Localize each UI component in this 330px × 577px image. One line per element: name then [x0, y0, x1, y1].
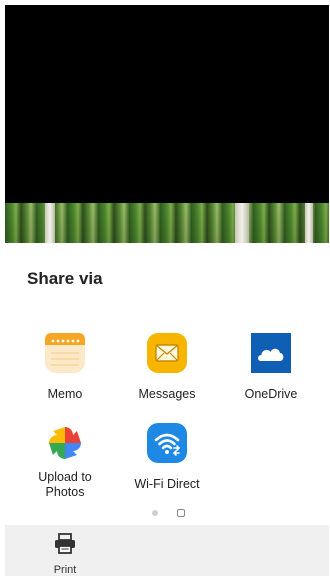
tree-trunk: [305, 203, 313, 243]
screen: Share via Memo Messages OneDrive Upload …: [5, 5, 329, 576]
share-sheet: Share via Memo Messages OneDrive Upload …: [5, 243, 329, 576]
print-button[interactable]: Print: [45, 533, 85, 576]
share-app-label-line: Photos: [45, 485, 85, 499]
tree-trunk: [45, 203, 55, 243]
share-app-memo[interactable]: Memo: [17, 331, 113, 402]
share-app-label-line: Upload to: [38, 470, 92, 484]
share-app-google-photos[interactable]: Upload to Photos: [17, 421, 113, 500]
google-photos-icon: [43, 421, 87, 465]
share-app-wifi-direct[interactable]: Wi-Fi Direct: [119, 421, 215, 492]
wifi-direct-icon: [145, 421, 189, 465]
share-app-onedrive[interactable]: OneDrive: [223, 331, 319, 402]
printer-icon: [45, 533, 85, 560]
page-dot: [152, 510, 158, 516]
bottom-action-bar: Print: [5, 525, 329, 576]
share-app-messages[interactable]: Messages: [119, 331, 215, 402]
tree-trunk: [235, 203, 249, 243]
background-black-area: [5, 5, 329, 203]
memo-icon: [43, 331, 87, 375]
page-dot-current: [177, 509, 185, 517]
page-indicator: [5, 509, 329, 519]
share-app-label: Upload to Photos: [17, 470, 113, 500]
print-label: Print: [53, 564, 77, 576]
share-app-label: OneDrive: [244, 387, 298, 401]
onedrive-icon: [249, 331, 293, 375]
share-app-label: Memo: [47, 387, 83, 401]
share-app-label: Messages: [138, 387, 196, 401]
messages-icon: [145, 331, 189, 375]
share-app-label: Wi-Fi Direct: [134, 477, 200, 491]
share-sheet-title: Share via: [27, 269, 103, 288]
